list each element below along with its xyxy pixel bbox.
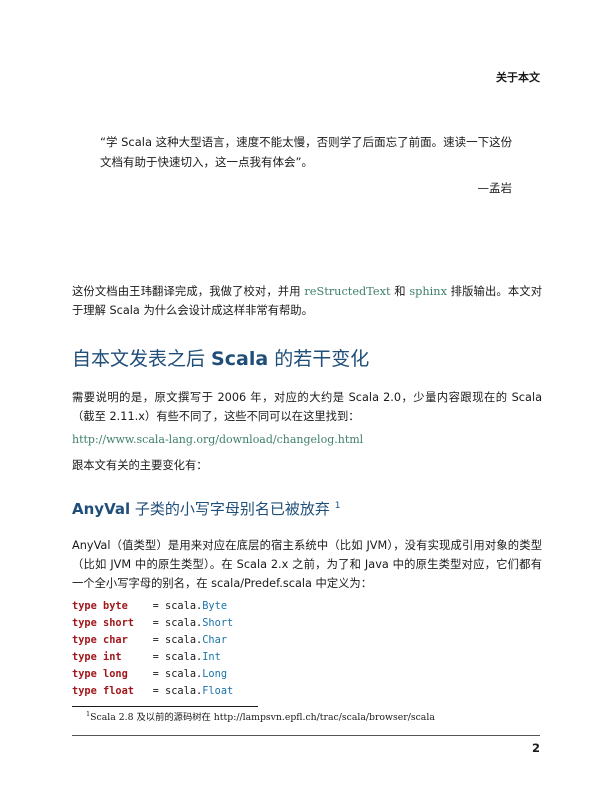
footnote-ref[interactable]: 1: [335, 501, 341, 511]
code-equals: =: [146, 651, 166, 663]
epigraph-quote: “学 Scala 这种大型语言，速度不能太慢，否则学了后面忘了前面。速读一下这份…: [100, 135, 513, 169]
code-class: Byte: [202, 600, 228, 612]
code-keyword: type: [72, 600, 97, 612]
code-equals: =: [146, 634, 166, 646]
code-package: scala.: [165, 668, 203, 680]
main-changes-intro: 跟本文有关的主要变化有：: [72, 459, 208, 472]
code-class: Long: [202, 668, 228, 680]
code-class: Char: [202, 634, 228, 646]
footnote-divider: [72, 706, 258, 707]
code-type-name: int: [96, 651, 147, 663]
code-keyword: type: [72, 651, 97, 663]
code-keyword: type: [72, 634, 97, 646]
epigraph-attribution: —孟岩: [477, 181, 513, 195]
code-keyword: type: [72, 617, 97, 629]
section-heading-anyval: AnyVal 子类的小写字母别名已被放弃 1: [72, 500, 341, 518]
running-header: 关于本文: [496, 71, 540, 84]
code-equals: =: [146, 600, 166, 612]
footnote: 1Scala 2.8 及以前的源码树在 http://lampsvn.epfl.…: [86, 709, 435, 723]
code-class: Short: [202, 617, 234, 629]
code-type-name: long: [96, 668, 147, 680]
code-package: scala.: [165, 617, 203, 629]
code-equals: =: [146, 617, 166, 629]
changes-paragraph: 需要说明的是，原文撰写于 2006 年，对应的大约是 Scala 2.0，少量内…: [72, 391, 542, 423]
changelog-link[interactable]: http://www.scala-lang.org/download/chang…: [72, 433, 363, 446]
restructuredtext-link[interactable]: reStructedText: [304, 285, 390, 298]
code-keyword: type: [72, 685, 97, 697]
code-line: type char = scala.Char: [72, 632, 233, 649]
code-block: type byte = scala.Byte type short = scala…: [72, 598, 233, 700]
code-type-name: float: [96, 685, 147, 697]
code-equals: =: [146, 685, 166, 697]
anyval-paragraph: AnyVal（值类型）是用来对应在底层的宿主系统中（比如 JVM），没有实现成引…: [72, 539, 542, 590]
section-heading-changes: 自本文发表之后 Scala 的若干变化: [72, 348, 370, 370]
code-class: Int: [202, 651, 221, 663]
code-line: type byte = scala.Byte: [72, 598, 233, 615]
page-divider: [72, 735, 540, 736]
code-package: scala.: [165, 685, 203, 697]
code-line: type short = scala.Short: [72, 615, 233, 632]
code-class: Float: [202, 685, 234, 697]
code-equals: =: [146, 668, 166, 680]
code-line: type float = scala.Float: [72, 683, 233, 700]
code-package: scala.: [165, 600, 203, 612]
code-keyword: type: [72, 668, 97, 680]
sphinx-link[interactable]: sphinx: [409, 285, 447, 298]
intro-paragraph: 这份文档由王玮翻译完成，我做了校对，并用 reStructedText 和 sp…: [72, 285, 543, 317]
code-package: scala.: [165, 651, 203, 663]
code-line: type int = scala.Int: [72, 649, 233, 666]
code-type-name: short: [96, 617, 147, 629]
code-package: scala.: [165, 634, 203, 646]
page-number: 2: [531, 741, 540, 755]
code-type-name: char: [96, 634, 147, 646]
code-line: type long = scala.Long: [72, 666, 233, 683]
code-type-name: byte: [96, 600, 147, 612]
